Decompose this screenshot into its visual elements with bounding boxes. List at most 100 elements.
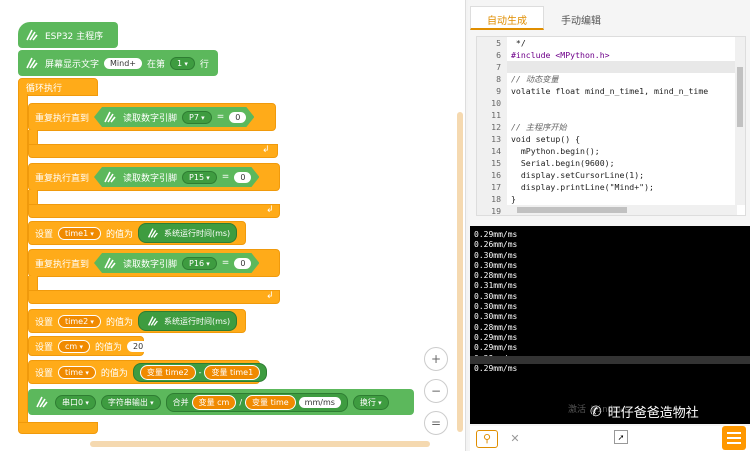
code-text [507, 61, 745, 73]
send-icon[interactable]: ➚ [614, 430, 628, 444]
editor-hscroll-thumb[interactable] [517, 207, 627, 213]
wechat-icon: ✆ [590, 403, 602, 420]
var-time2-reporter[interactable]: 变量 time2 [139, 364, 196, 380]
serial-output-block[interactable]: 串口0 字符串输出 合并 变量 cm / 变量 time mm/ms 换行 [28, 389, 414, 415]
var-cm-reporter[interactable]: 变量 cm [191, 394, 237, 410]
repeat-bottom-2 [28, 204, 280, 218]
pin-icon [102, 169, 118, 185]
value-of-label: 的值为 [100, 368, 128, 379]
workspace-vscroll[interactable] [457, 112, 463, 432]
zoom-reset-button[interactable]: = [424, 411, 448, 435]
var-time1-dropdown[interactable]: time1 [58, 226, 101, 240]
value-input-1[interactable]: 0 [229, 112, 246, 123]
time-name: time [270, 397, 289, 407]
line-number: 19 [477, 205, 507, 215]
pin-dropdown-2[interactable]: P15 [182, 171, 217, 184]
loop-bottom [18, 422, 98, 434]
screen-icon [24, 55, 40, 71]
set-label: 设置 [35, 229, 54, 240]
set-time-block[interactable]: 设置 time 的值为 变量 time2 - 变量 time1 [28, 360, 268, 384]
code-text: */ [511, 38, 526, 48]
value-input-2[interactable]: 0 [234, 172, 251, 183]
var-time-dropdown[interactable]: time [58, 365, 96, 379]
repeat-until-block-1[interactable]: 重复执行直到 读取数字引脚 P7 = 0 [28, 103, 276, 131]
tab-auto-generate[interactable]: 自动生成 [470, 6, 544, 30]
screen-text-input[interactable]: Mind+ [104, 57, 142, 69]
variable-label: 变量 [198, 397, 215, 407]
var-time-reporter[interactable]: 变量 time [245, 394, 296, 410]
merge-block[interactable]: 合并 变量 cm / 变量 time mm/ms [165, 392, 348, 412]
set-cm-block[interactable]: 设置 cm 的值为 20 [28, 336, 150, 356]
tab-manual-edit[interactable]: 手动编辑 [544, 6, 618, 30]
line-number: 9 [477, 85, 507, 97]
variable-label: 变量 [211, 367, 228, 377]
zoom-out-button[interactable]: − [424, 379, 448, 403]
code-tabs: 自动生成 手动编辑 [470, 6, 618, 30]
row-label: 行 [199, 59, 209, 70]
clock-icon [145, 225, 161, 241]
code-text: #include <MPython.h> [511, 50, 610, 60]
editor-vscroll-thumb[interactable] [737, 67, 743, 127]
serial-console[interactable]: 0.29mm/ms 0.26mm/ms 0.30mm/ms 0.30mm/ms 0.28… [470, 226, 750, 424]
cm-value-input[interactable]: 20 [126, 340, 150, 352]
menu-button[interactable] [722, 426, 746, 450]
usb-icon[interactable]: ⚲ [476, 429, 498, 448]
pin-dropdown-1[interactable]: P7 [182, 111, 212, 124]
main-program-block[interactable]: ESP32 主程序 [18, 22, 118, 48]
editor-hscroll[interactable] [507, 205, 737, 215]
pin-dropdown-3[interactable]: P16 [182, 257, 217, 270]
var-time2-dropdown[interactable]: time2 [58, 314, 101, 328]
editor-vscroll[interactable] [735, 37, 745, 205]
line-number: 13 [477, 133, 507, 145]
repeat-until-block-2[interactable]: 重复执行直到 读取数字引脚 P15 = 0 [28, 163, 280, 191]
code-line: 17 display.printLine("Mind+"); [477, 181, 745, 193]
console-line: 0.30mm/ms [474, 291, 518, 301]
screen-text-block[interactable]: 屏幕显示文字 Mind+ 在第 1 行 [18, 50, 218, 76]
string-output-dropdown[interactable]: 字符串输出 [100, 394, 161, 410]
in-row-label: 在第 [147, 59, 166, 70]
code-text: void setup() { [511, 134, 581, 144]
read-digital-label: 读取数字引脚 [123, 173, 178, 184]
code-text: volatile float mind_n_time1, mind_n_time [511, 86, 709, 96]
code-text: // 主程序开始 [511, 122, 567, 132]
right-panel: 自动生成 手动编辑 5 */6 #include <MPython.h> 7 8// … [468, 0, 750, 451]
code-line: 16 display.setCursorLine(1); [477, 169, 745, 181]
system-time-block-1[interactable]: 系统运行时间(ms) [137, 223, 238, 243]
system-time-block-2[interactable]: 系统运行时间(ms) [137, 311, 238, 331]
serial-port-dropdown[interactable]: 串口0 [55, 394, 96, 410]
read-digital-block-2[interactable]: 读取数字引脚 P15 = 0 [94, 167, 259, 187]
code-area: 5 */6 #include <MPython.h> 7 8// 动态变量 9 volat… [477, 37, 745, 215]
code-text: Serial.begin(9600); [511, 158, 615, 168]
code-line: 6 #include <MPython.h> [477, 49, 745, 61]
zoom-in-icon: + [430, 352, 442, 366]
unit-input[interactable]: mm/ms [298, 396, 341, 408]
set-time1-block[interactable]: 设置 time1 的值为 系统运行时间(ms) [28, 221, 246, 245]
code-line: 14 mPython.begin(); [477, 145, 745, 157]
slash-label: / [239, 397, 243, 407]
set-label: 设置 [35, 317, 54, 328]
console-input[interactable] [470, 356, 750, 364]
var-cm-dropdown[interactable]: cm [58, 339, 90, 353]
block-workspace[interactable]: ESP32 主程序 屏幕显示文字 Mind+ 在第 1 行 循环执行 重复执行直… [0, 0, 466, 451]
workspace-hscroll[interactable] [90, 441, 430, 447]
read-digital-block-1[interactable]: 读取数字引脚 P7 = 0 [94, 107, 254, 127]
repeat-bottom-3 [28, 290, 280, 304]
value-of-label: 的值为 [105, 317, 133, 328]
read-digital-block-3[interactable]: 读取数字引脚 P16 = 0 [94, 253, 259, 273]
usb-off-icon[interactable]: ✕ [504, 430, 526, 448]
code-editor[interactable]: 5 */6 #include <MPython.h> 7 8// 动态变量 9 volat… [476, 36, 746, 216]
menu-line [727, 437, 741, 439]
value-input-3[interactable]: 0 [234, 258, 251, 269]
repeat-until-block-3[interactable]: 重复执行直到 读取数字引脚 P16 = 0 [28, 249, 280, 277]
line-number: 7 [477, 61, 507, 73]
zoom-in-button[interactable]: + [424, 347, 448, 371]
main-program-label: ESP32 主程序 [45, 31, 104, 42]
row-dropdown[interactable]: 1 [170, 56, 195, 70]
newline-dropdown[interactable]: 换行 [352, 394, 389, 410]
console-output: 0.29mm/ms 0.26mm/ms 0.30mm/ms 0.30mm/ms 0.28… [474, 230, 746, 374]
repeat-until-label: 重复执行直到 [35, 173, 90, 184]
var-time1-reporter[interactable]: 变量 time1 [204, 364, 261, 380]
subtract-block[interactable]: 变量 time2 - 变量 time1 [132, 362, 268, 382]
set-time2-block[interactable]: 设置 time2 的值为 系统运行时间(ms) [28, 309, 246, 333]
